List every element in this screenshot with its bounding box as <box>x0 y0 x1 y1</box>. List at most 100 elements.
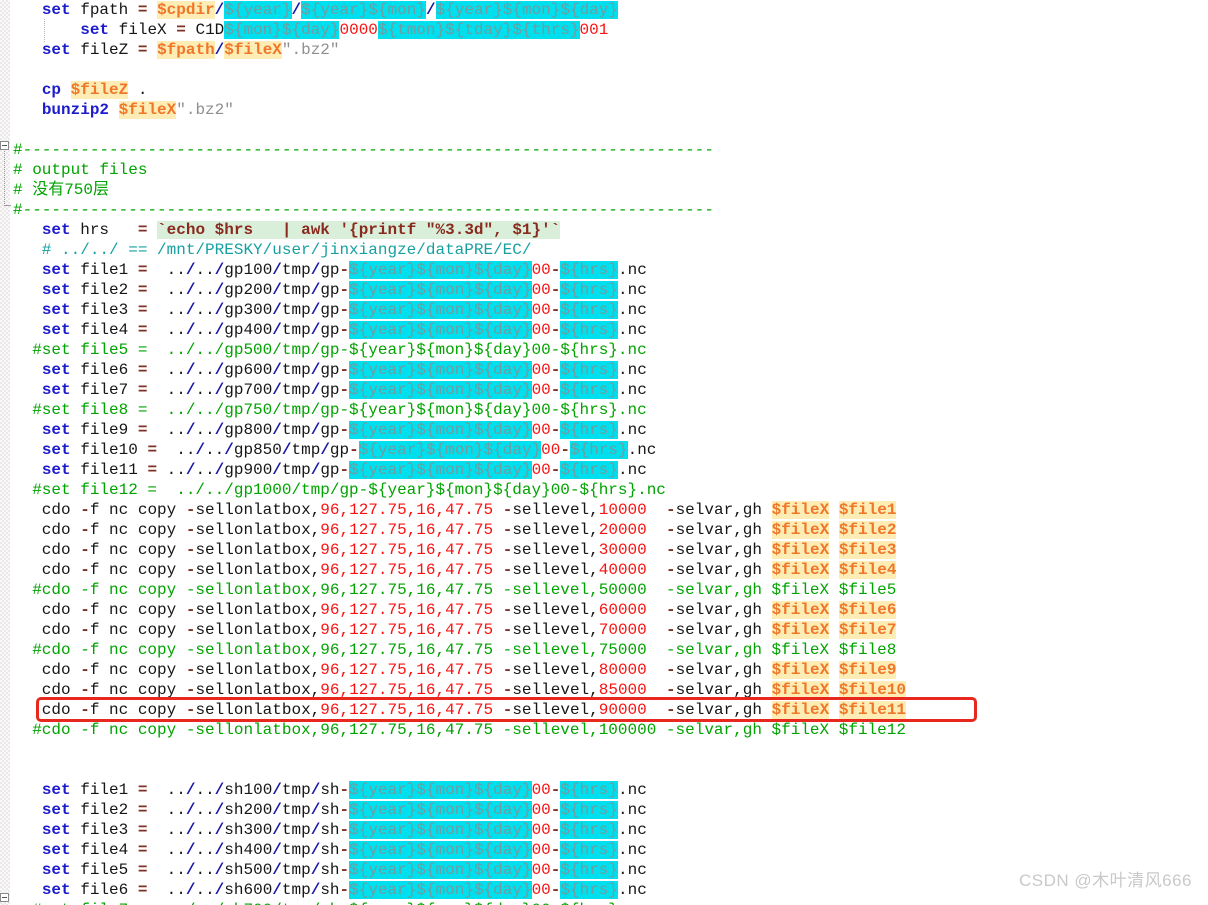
code-token-kw: set <box>42 361 71 379</box>
code-token-tl: # ../../ == /mnt/PRESKY/user/jinxiangze/… <box>13 241 531 259</box>
code-token-tx: .. <box>147 801 185 819</box>
code-token-op: - <box>80 661 90 679</box>
code-token-num: 96,127.75,16,47.75 <box>320 621 493 639</box>
code-token-tx: tmp <box>282 881 311 899</box>
code-token-kw: bunzip2 <box>42 101 109 119</box>
code-token-tx <box>147 41 157 59</box>
code-token-tx <box>647 541 666 559</box>
code-token-op: - <box>186 601 196 619</box>
code-token-tx: selvar,gh <box>676 681 772 699</box>
code-line: cdo -f nc copy -sellonlatbox,96,127.75,1… <box>13 500 1208 520</box>
code-token-tx <box>493 541 503 559</box>
code-token-tx <box>647 681 666 699</box>
code-token-tx: sh500 <box>224 861 272 879</box>
code-token-tx: .. <box>195 281 214 299</box>
code-token-tx <box>13 461 42 479</box>
code-token-op: = <box>138 861 148 879</box>
code-token-tx: cdo <box>13 621 80 639</box>
code-token-tx: .. <box>147 821 185 839</box>
code-token-tx <box>147 221 157 239</box>
code-line: cdo -f nc copy -sellonlatbox,96,127.75,1… <box>13 660 1208 680</box>
code-token-var: $file2 <box>839 521 897 539</box>
code-token-cy: ${year}${mon}${day} <box>349 801 531 819</box>
code-token-op: - <box>340 381 350 399</box>
code-token-op: - <box>186 681 196 699</box>
code-token-cy: ${year}${mon}${day} <box>349 301 531 319</box>
code-token-sl: / <box>215 361 225 379</box>
code-token-tx: sellonlatbox, <box>195 661 320 679</box>
code-line: set file2 = ../../sh200/tmp/sh-${year}${… <box>13 800 1208 820</box>
code-line: set file4 = ../../gp400/tmp/gp-${year}${… <box>13 320 1208 340</box>
code-token-op: = <box>138 821 148 839</box>
code-token-kw: set <box>42 781 71 799</box>
code-token-num: 60000 <box>599 601 647 619</box>
code-token-op: - <box>340 881 350 899</box>
code-token-sl: / <box>272 381 282 399</box>
code-token-tx: .. <box>147 881 185 899</box>
code-token-tx: sh <box>320 861 339 879</box>
code-token-tx: gp100 <box>224 261 272 279</box>
code-token-tx: f nc copy <box>90 561 186 579</box>
code-token-tx: .. <box>147 781 185 799</box>
code-token-sl: / <box>215 41 225 59</box>
code-token-tx <box>13 221 42 239</box>
code-token-var: $cpdir <box>157 1 215 19</box>
code-token-cy: ${year}${mon}${day} <box>349 881 531 899</box>
code-token-op: = <box>138 381 148 399</box>
code-token-op: = <box>138 41 148 59</box>
code-token-sl: / <box>272 841 282 859</box>
code-area[interactable]: set fpath = $cpdir/${year}/${year}${mon}… <box>0 0 1208 905</box>
code-token-tx: sellonlatbox, <box>195 541 320 559</box>
code-token-var: $fileX <box>772 601 830 619</box>
code-token-op: - <box>560 441 570 459</box>
code-token-tx: sellonlatbox, <box>195 561 320 579</box>
code-token-sl: / <box>282 441 292 459</box>
code-token-tx: .. <box>195 301 214 319</box>
code-token-op: - <box>340 781 350 799</box>
code-token-tx: cdo <box>13 541 80 559</box>
code-token-tx: .nc <box>618 781 647 799</box>
code-token-tx <box>13 801 42 819</box>
code-token-tx: fpath <box>71 1 138 19</box>
code-line: #cdo -f nc copy -sellonlatbox,96,127.75,… <box>13 580 1208 600</box>
code-token-tx: cdo <box>13 521 80 539</box>
code-token-tx: .. <box>195 381 214 399</box>
code-token-var: $file4 <box>839 561 897 579</box>
code-token-sl: / <box>272 301 282 319</box>
code-token-tx: cdo <box>13 561 80 579</box>
code-line: #set file8 = ../../gp750/tmp/gp-${year}$… <box>13 400 1208 420</box>
code-token-sl: / <box>215 781 225 799</box>
code-token-tx: file7 <box>71 381 138 399</box>
code-token-kw: set <box>42 841 71 859</box>
code-token-tx: f nc copy <box>90 501 186 519</box>
code-token-tx <box>13 421 42 439</box>
code-token-num: 0000 <box>339 21 377 39</box>
code-token-op: - <box>340 321 350 339</box>
code-token-num: 80000 <box>599 661 647 679</box>
code-line: set file3 = ../../gp300/tmp/gp-${year}${… <box>13 300 1208 320</box>
code-token-op: - <box>551 461 561 479</box>
code-token-str: ".bz2" <box>282 41 340 59</box>
code-token-sl: / <box>292 1 302 19</box>
code-token-cm: #cdo -f nc copy -sellonlatbox,96,127.75,… <box>13 641 896 659</box>
code-token-op: - <box>666 701 676 719</box>
code-token-cy: ${hrs} <box>560 861 618 879</box>
code-token-cm: # output files <box>13 161 147 179</box>
code-token-op: - <box>186 541 196 559</box>
code-token-sl: / <box>311 781 321 799</box>
code-token-var: $fileX <box>772 701 830 719</box>
code-token-op: - <box>503 701 513 719</box>
code-token-tx <box>829 621 839 639</box>
code-token-op: - <box>551 301 561 319</box>
code-token-sl: / <box>195 441 205 459</box>
code-token-bt: `echo $hrs | awk '{printf "%3.3d", $1}'` <box>157 221 560 239</box>
code-token-tx: .nc <box>618 461 647 479</box>
code-token-cy: ${hrs} <box>560 781 618 799</box>
code-token-var: $fileX <box>772 501 830 519</box>
code-token-op: - <box>503 561 513 579</box>
code-token-op: - <box>551 801 561 819</box>
code-token-num: 00 <box>532 881 551 899</box>
code-token-tx: f nc copy <box>90 621 186 639</box>
code-token-tx: selvar,gh <box>676 601 772 619</box>
code-token-tx <box>13 381 42 399</box>
